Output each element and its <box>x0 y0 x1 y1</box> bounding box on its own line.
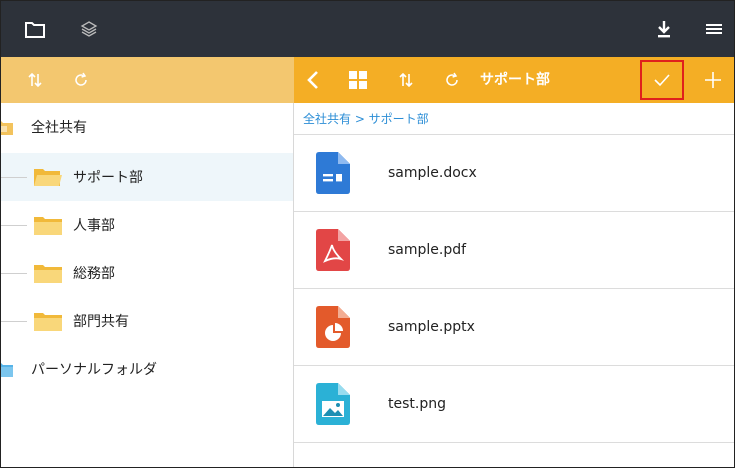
refresh-icon[interactable] <box>438 57 466 103</box>
add-icon[interactable] <box>698 57 728 103</box>
file-row-png[interactable]: test.png <box>294 366 734 443</box>
folder-tree: 全社共有 サポート部 人事部 総務部 部門共有 パーソナルフォルダ <box>1 103 294 467</box>
sort-icon[interactable] <box>21 57 49 103</box>
folder-icon <box>34 217 62 235</box>
tree-item-label: 部門共有 <box>73 314 129 330</box>
breadcrumb[interactable]: 全社共有 > サポート部 <box>303 103 429 135</box>
tree-item-personal[interactable]: パーソナルフォルダ <box>1 345 294 393</box>
tree-item-label: 人事部 <box>73 218 115 234</box>
download-icon[interactable] <box>646 1 682 57</box>
current-folder-title: サポート部 <box>480 72 550 88</box>
file-name: sample.docx <box>388 165 477 181</box>
folder-icon <box>1 363 13 377</box>
select-mode-button[interactable] <box>640 60 684 100</box>
file-name: sample.pptx <box>388 319 475 335</box>
pdf-icon <box>316 229 350 271</box>
folder-icon[interactable] <box>17 1 53 57</box>
tree-item-support[interactable]: サポート部 <box>1 153 294 201</box>
tree-item-label: パーソナルフォルダ <box>31 362 157 378</box>
file-row-pptx[interactable]: sample.pptx <box>294 289 734 366</box>
file-row-pdf[interactable]: sample.pdf <box>294 212 734 289</box>
tree-item-dept-shared[interactable]: 部門共有 <box>1 297 294 345</box>
file-row-docx[interactable]: sample.docx <box>294 135 734 212</box>
back-icon[interactable] <box>300 57 326 103</box>
folder-icon <box>1 121 13 135</box>
top-toolbar <box>1 1 734 57</box>
tree-item-all-company[interactable]: 全社共有 <box>1 103 294 151</box>
tree-item-hr[interactable]: 人事部 <box>1 201 294 249</box>
tree-item-label: サポート部 <box>73 170 143 186</box>
sort-icon[interactable] <box>392 57 420 103</box>
word-document-icon <box>316 152 350 194</box>
file-name: test.png <box>388 396 446 412</box>
folder-icon <box>34 265 62 283</box>
tree-item-label: 総務部 <box>73 266 115 282</box>
powerpoint-icon <box>316 306 350 348</box>
check-icon <box>654 74 670 87</box>
layers-icon[interactable] <box>71 1 107 57</box>
tree-item-label: 全社共有 <box>31 120 87 136</box>
folder-icon <box>34 313 62 331</box>
content-toolbar: サポート部 <box>294 57 734 103</box>
file-name: sample.pdf <box>388 242 467 258</box>
image-file-icon <box>316 383 350 425</box>
menu-icon[interactable] <box>696 1 732 57</box>
refresh-icon[interactable] <box>67 57 95 103</box>
app-window: サポート部 全社共有 サポート部 人事部 総務部 部門共有 パーソナルフォルダ … <box>0 0 735 468</box>
tree-item-general-affairs[interactable]: 総務部 <box>1 249 294 297</box>
folder-open-icon <box>34 169 62 186</box>
tree-toolbar <box>1 57 294 103</box>
grid-view-icon[interactable] <box>344 57 372 103</box>
